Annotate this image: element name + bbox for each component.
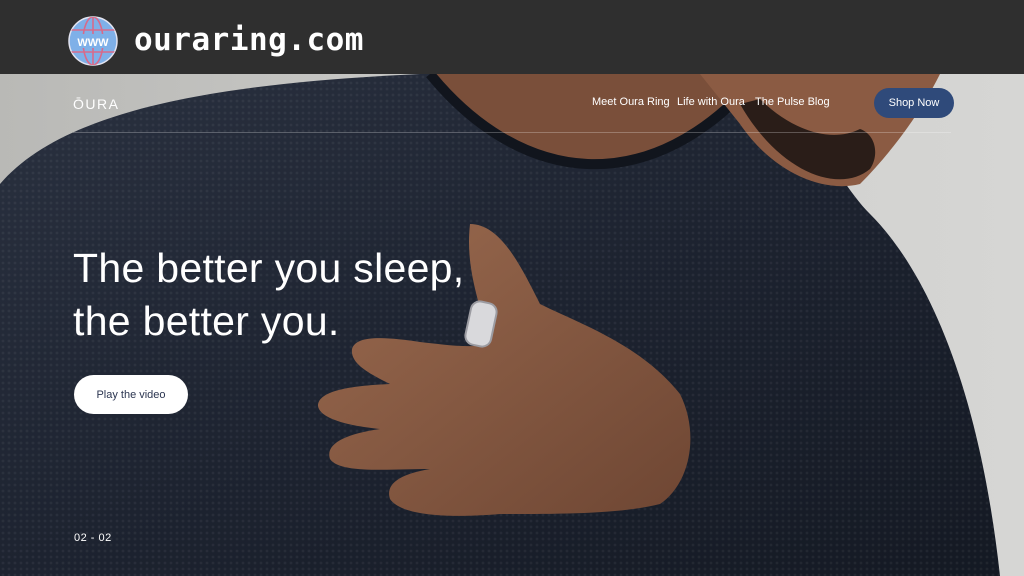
shop-now-button[interactable]: Shop Now bbox=[874, 88, 954, 118]
play-video-button[interactable]: Play the video bbox=[74, 375, 188, 414]
url-bar: WWW ouraring.com bbox=[0, 0, 1024, 74]
slide-counter: 02 - 02 bbox=[74, 532, 112, 544]
oura-logo[interactable]: ŌURA bbox=[73, 96, 119, 112]
nav-link-pulse-blog[interactable]: The Pulse Blog bbox=[755, 96, 830, 108]
globe-label: WWW bbox=[77, 37, 109, 49]
nav-link-life-with-oura[interactable]: Life with Oura bbox=[677, 96, 745, 108]
url-text[interactable]: ouraring.com bbox=[134, 20, 364, 60]
hero-section: ŌURA Meet Oura Ring Life with Oura The P… bbox=[0, 74, 1024, 576]
hero-headline: The better you sleep, the better you. bbox=[73, 242, 464, 348]
globe-icon: WWW bbox=[68, 16, 118, 66]
headline-line-2: the better you. bbox=[73, 298, 340, 344]
headline-line-1: The better you sleep, bbox=[73, 245, 465, 291]
nav-link-meet-oura-ring[interactable]: Meet Oura Ring bbox=[592, 96, 670, 108]
nav-divider bbox=[73, 132, 951, 133]
